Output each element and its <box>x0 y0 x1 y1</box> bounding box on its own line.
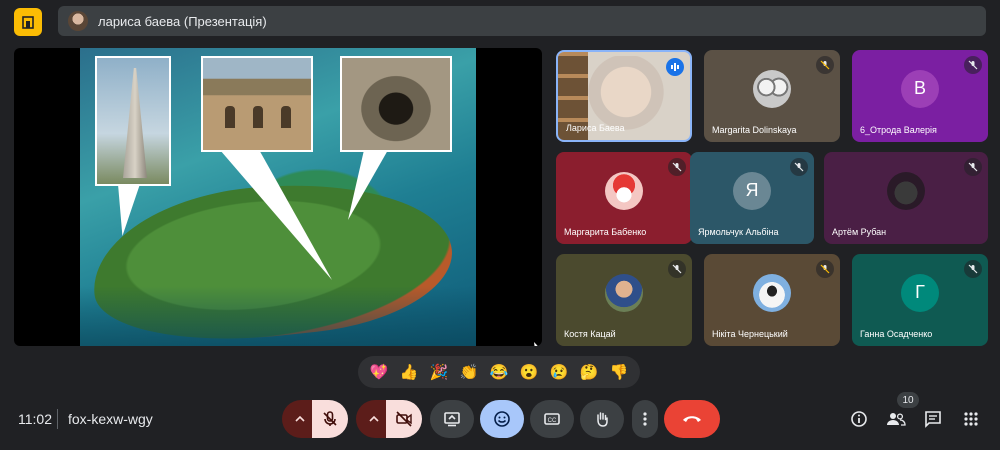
mic-off-icon <box>668 260 686 278</box>
present-screen-button[interactable] <box>430 400 474 438</box>
info-icon <box>851 411 867 427</box>
camera-toggle-button[interactable] <box>386 400 422 438</box>
participant-avatar <box>753 273 791 312</box>
presentation-stage[interactable] <box>14 48 542 346</box>
reaction-thinking[interactable]: 🤔 <box>577 365 601 380</box>
mic-off-icon <box>323 411 337 426</box>
cave-photo <box>340 56 452 152</box>
mouse-cursor <box>534 342 540 346</box>
mic-off-icon <box>790 158 808 176</box>
participant-avatar <box>605 171 643 210</box>
hang-up-icon <box>683 416 701 422</box>
participant-tile[interactable]: Артём Рубан <box>824 152 988 244</box>
chat-button[interactable] <box>920 406 946 432</box>
participant-tile[interactable]: Маргарита Бабенко <box>556 152 692 244</box>
chevron-up-icon <box>295 415 305 422</box>
participant-avatar: Я <box>733 171 771 210</box>
people-icon <box>887 413 906 426</box>
participant-name: Лариса Баева <box>566 123 625 133</box>
participant-tile[interactable]: Костя Кацай <box>556 254 692 346</box>
mic-off-icon <box>964 158 982 176</box>
participant-tile[interactable]: В 6_Отрода Валерія <box>852 50 988 142</box>
participant-avatar: В <box>901 69 939 108</box>
chat-icon <box>925 411 941 428</box>
top-bar: лариса баева (Презентація) <box>0 0 1000 40</box>
participant-name: Нікіта Чернецький <box>712 329 788 339</box>
participant-tile[interactable]: Я Ярмольчук Альбіна <box>690 152 814 244</box>
raise-hand-button[interactable] <box>580 400 624 438</box>
participant-name: Костя Кацай <box>564 329 616 339</box>
emoji-reactions-button[interactable] <box>480 400 524 438</box>
participant-tile[interactable]: Лариса Баева <box>556 50 692 142</box>
reaction-thumbs-up[interactable]: 👍 <box>397 365 421 380</box>
participant-name: Ярмольчук Альбіна <box>698 227 779 237</box>
presenter-title: лариса баева (Презентація) <box>98 13 267 29</box>
mic-off-icon <box>668 158 686 176</box>
mic-off-icon <box>964 260 982 278</box>
participant-avatar <box>753 69 791 108</box>
presentation-slide <box>80 48 476 346</box>
participant-tile[interactable]: Г Ганна Осадченко <box>852 254 988 346</box>
home-icon[interactable] <box>14 8 42 36</box>
reactions-bar: 💖 👍 🎉 👏 😂 😮 😢 🤔 👎 <box>358 356 640 388</box>
mic-off-icon <box>816 56 834 74</box>
ruins-photo <box>201 56 313 152</box>
reaction-sad[interactable]: 😢 <box>547 365 571 380</box>
reaction-heart[interactable]: 💖 <box>367 365 391 380</box>
microphone-toggle-button[interactable] <box>312 400 348 438</box>
more-options-button[interactable] <box>632 400 658 438</box>
camera-off-icon <box>396 411 412 427</box>
participant-tile[interactable]: Нікіта Чернецький <box>704 254 840 346</box>
captions-icon: CC <box>544 413 560 425</box>
participant-grid: Лариса Баева Margarita Dolinskaya В 6_От… <box>556 50 988 348</box>
svg-text:CC: CC <box>548 418 557 424</box>
present-screen-icon <box>444 412 460 427</box>
participant-name: Маргарита Бабенко <box>564 227 647 237</box>
meeting-info-button[interactable] <box>846 406 872 432</box>
participant-avatar <box>887 171 925 210</box>
more-vertical-icon <box>643 412 647 426</box>
people-button[interactable] <box>883 406 909 432</box>
reaction-party[interactable]: 🎉 <box>427 365 451 380</box>
participant-name: Артём Рубан <box>832 227 887 237</box>
mic-off-icon <box>816 260 834 278</box>
participant-name: 6_Отрода Валерія <box>860 125 937 135</box>
meeting-code: fox-kexw-wgy <box>68 411 153 427</box>
participant-tile[interactable]: Margarita Dolinskaya <box>704 50 840 142</box>
clock: 11:02 <box>18 411 52 427</box>
reaction-thumbs-down[interactable]: 👎 <box>607 365 631 380</box>
end-call-button[interactable] <box>664 400 720 438</box>
hand-icon <box>597 412 608 427</box>
captions-button[interactable]: CC <box>530 400 574 438</box>
grid-icon <box>964 412 978 426</box>
presenter-chip[interactable]: лариса баева (Презентація) <box>58 6 986 36</box>
reaction-surprised[interactable]: 😮 <box>517 365 541 380</box>
divider <box>57 409 58 429</box>
reaction-laugh[interactable]: 😂 <box>487 365 511 380</box>
bottom-bar: 11:02 fox-kexw-wgy CC 10 <box>0 392 1000 450</box>
participant-name: Ганна Осадченко <box>860 329 933 339</box>
activities-button[interactable] <box>958 406 984 432</box>
mic-off-icon <box>964 56 982 74</box>
speaking-indicator-icon <box>666 58 684 76</box>
obelisk-photo <box>95 56 171 186</box>
participant-avatar: Г <box>901 273 939 312</box>
participant-name: Margarita Dolinskaya <box>712 125 797 135</box>
chevron-up-icon <box>369 415 379 422</box>
reaction-clap[interactable]: 👏 <box>457 365 481 380</box>
smiley-icon <box>494 411 510 427</box>
presenter-avatar <box>68 11 88 31</box>
participant-avatar <box>605 273 643 312</box>
